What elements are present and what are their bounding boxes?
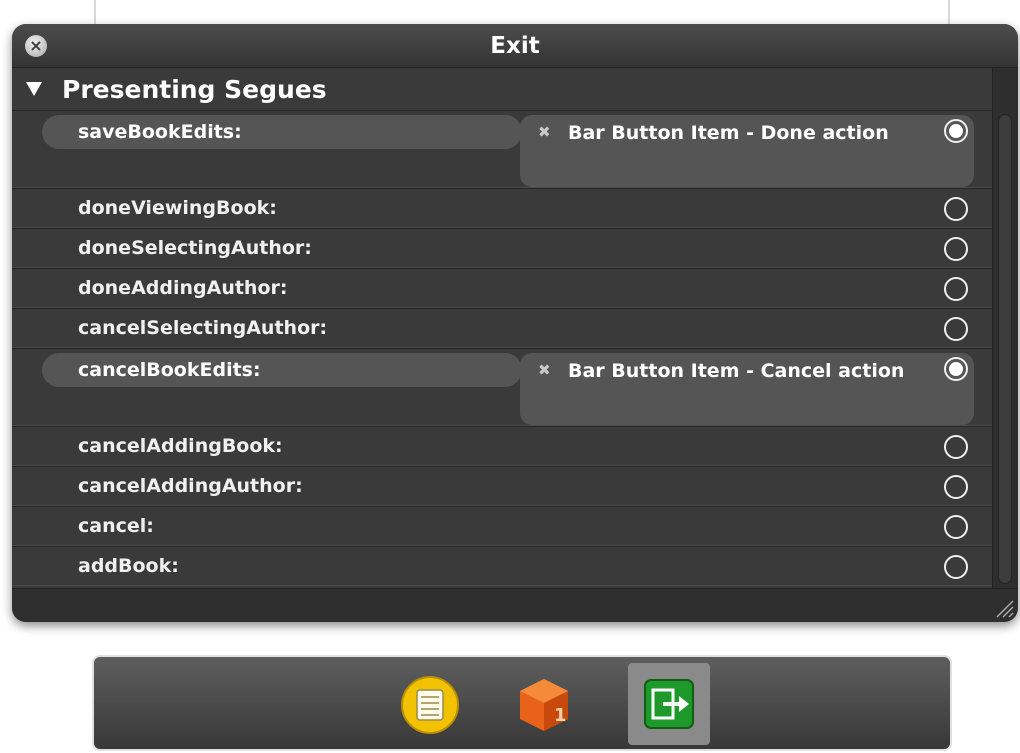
scene-dock: 1: [92, 655, 952, 751]
action-label: cancel:: [78, 515, 154, 537]
action-label: cancelAddingAuthor:: [78, 475, 303, 497]
unwind-action-row[interactable]: cancelAddingBook:: [12, 426, 992, 466]
action-label: doneSelectingAuthor:: [78, 237, 312, 259]
unwind-action-row[interactable]: doneSelectingAuthor:: [12, 228, 992, 268]
connection-circle-icon[interactable]: [944, 197, 968, 221]
unwind-action-row[interactable]: addBook:: [12, 546, 992, 586]
action-label: doneViewingBook:: [78, 197, 277, 219]
unwind-action-row[interactable]: doneViewingBook:: [12, 188, 992, 228]
exit-connections-popover: × Exit Presenting Segues saveBookEdits: ✖…: [12, 24, 1018, 622]
unwind-action-row[interactable]: cancel:: [12, 506, 992, 546]
unwind-action-row[interactable]: cancelAddingAuthor:: [12, 466, 992, 506]
section-title: Presenting Segues: [62, 75, 327, 104]
resize-grip-icon[interactable]: [994, 598, 1014, 618]
connection-text: Bar Button Item - Cancel action: [568, 360, 905, 382]
exit-icon: [644, 679, 694, 729]
popover-footer: [12, 588, 1018, 622]
remove-connection-icon[interactable]: ✖: [538, 355, 551, 385]
remove-connection-icon[interactable]: ✖: [538, 117, 551, 147]
connected-circle-icon[interactable]: [944, 119, 968, 143]
unwind-action-row[interactable]: cancelSelectingAuthor:: [12, 308, 992, 348]
action-label: saveBookEdits:: [78, 121, 242, 143]
exit-dock-item[interactable]: [628, 663, 710, 745]
connection-text: Bar Button Item - Done action: [568, 122, 889, 144]
unwind-action-row[interactable]: saveBookEdits: ✖ Bar Button Item - Done ac…: [12, 110, 992, 188]
action-label: addBook:: [78, 555, 179, 577]
popover-title: Exit: [490, 33, 540, 59]
first-responder-icon[interactable]: 1: [512, 673, 576, 737]
svg-text:1: 1: [554, 705, 567, 726]
unwind-action-row[interactable]: doneAddingAuthor:: [12, 268, 992, 308]
action-label: cancelSelectingAuthor:: [78, 317, 328, 339]
connected-circle-icon[interactable]: [944, 357, 968, 381]
connection-circle-icon[interactable]: [944, 435, 968, 459]
action-label: doneAddingAuthor:: [78, 277, 288, 299]
section-header-presenting-segues[interactable]: Presenting Segues: [12, 70, 992, 110]
view-controller-icon[interactable]: [398, 673, 462, 737]
connection-circle-icon[interactable]: [944, 237, 968, 261]
unwind-action-row[interactable]: cancelBookEdits: ✖ Bar Button Item - Cance…: [12, 348, 992, 426]
connection-circle-icon[interactable]: [944, 317, 968, 341]
action-label: cancelBookEdits:: [78, 359, 261, 381]
action-label: cancelAddingBook:: [78, 435, 283, 457]
titlebar: × Exit: [12, 24, 1018, 68]
disclosure-triangle-icon[interactable]: [26, 82, 42, 96]
scrollbar-thumb[interactable]: [998, 114, 1012, 584]
connection-circle-icon[interactable]: [944, 475, 968, 499]
connection-circle-icon[interactable]: [944, 515, 968, 539]
unwind-action-list: saveBookEdits: ✖ Bar Button Item - Done ac…: [12, 110, 992, 586]
scrollbar[interactable]: [992, 68, 1018, 588]
connection-circle-icon[interactable]: [944, 555, 968, 579]
connection-circle-icon[interactable]: [944, 277, 968, 301]
